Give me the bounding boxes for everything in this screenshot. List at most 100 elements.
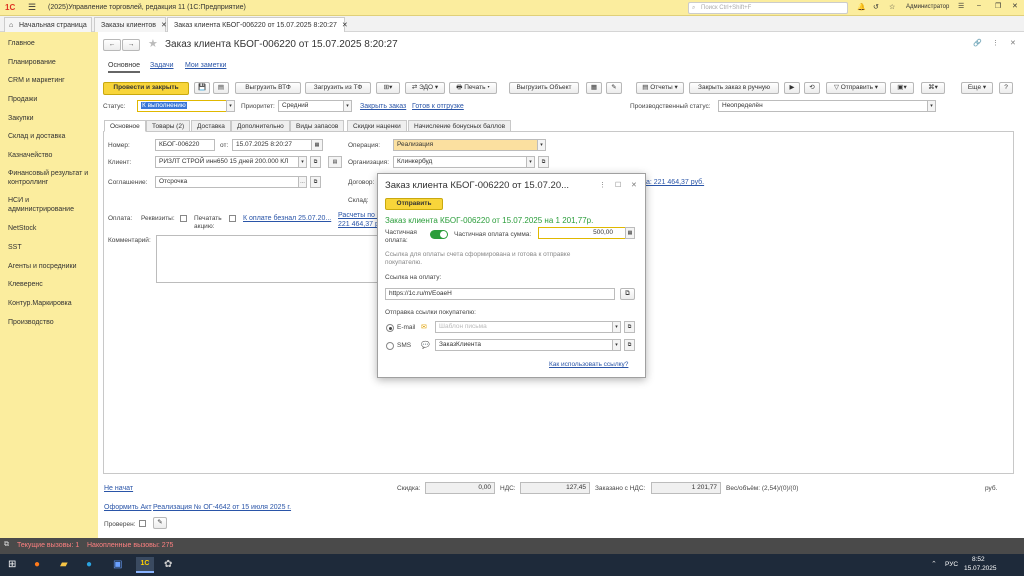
send-button[interactable]: ▽ Отправить ▾ bbox=[826, 82, 886, 94]
sidebar-item-cleverence[interactable]: Клеверенс bbox=[8, 280, 94, 289]
doc-button[interactable]: ▦ bbox=[586, 82, 602, 94]
pay-link[interactable]: К оплате безнал 25.07.20... bbox=[243, 215, 331, 222]
rekvizity-checkbox[interactable] bbox=[180, 215, 187, 222]
subnav-main[interactable]: Основное bbox=[108, 62, 141, 73]
sidebar-item-production[interactable]: Производство bbox=[8, 318, 94, 327]
tray-chevron-icon[interactable]: ⌃ bbox=[931, 560, 937, 568]
sms-template-field[interactable]: ЗаказКлиента bbox=[435, 339, 613, 351]
client-field[interactable]: РИЗЛТ СТРОЙ инн650 15 дней 200.000 КЛ bbox=[155, 156, 299, 168]
app-icon[interactable]: ▣ bbox=[113, 559, 122, 570]
partial-sum-field[interactable]: 500,00 bbox=[538, 227, 626, 239]
org-field[interactable]: Клинкербуд bbox=[393, 156, 527, 168]
operation-field[interactable]: Реализация bbox=[393, 139, 538, 151]
tab-bonus[interactable]: Начисление бонусных баллов bbox=[408, 120, 512, 132]
sidebar-item-planning[interactable]: Планирование bbox=[8, 58, 94, 67]
restore-icon[interactable]: ❐ bbox=[995, 2, 1001, 10]
keyboard-language[interactable]: РУС bbox=[945, 561, 958, 568]
subnav-notes[interactable]: Мои заметки bbox=[185, 62, 226, 69]
calc-button[interactable]: ▦ bbox=[625, 227, 635, 239]
more-button[interactable]: Еще ▾ bbox=[961, 82, 993, 94]
date-field[interactable]: 15.07.2025 8:20:27 bbox=[232, 139, 312, 151]
sidebar-item-main[interactable]: Главное bbox=[8, 39, 94, 48]
email-template-field[interactable]: Шаблон письма bbox=[435, 321, 613, 333]
client-card-button[interactable]: ▤ bbox=[328, 156, 342, 168]
comment-textarea[interactable] bbox=[156, 235, 386, 283]
play-button[interactable]: ▶ bbox=[784, 82, 800, 94]
tab-discounts[interactable]: Скидки наценки bbox=[347, 120, 407, 132]
1c-taskbar-icon[interactable]: 1С bbox=[136, 557, 154, 573]
calendar-button[interactable]: ▦ bbox=[311, 139, 323, 151]
print-button[interactable]: 🖶 Печать ▾ bbox=[449, 82, 497, 94]
sms-radio[interactable] bbox=[386, 342, 394, 350]
tab-close-icon[interactable]: ✕ bbox=[342, 22, 348, 29]
client-open-button[interactable]: ⧉ bbox=[310, 156, 321, 168]
tab-stock-types[interactable]: Виды запасов bbox=[290, 120, 345, 132]
number-field[interactable]: КБОГ-006220 bbox=[155, 139, 215, 151]
file-explorer-icon[interactable]: ▰ bbox=[60, 559, 68, 570]
upload-object-button[interactable]: Выгрузить Объект bbox=[509, 82, 579, 94]
sidebar-item-sales[interactable]: Продажи bbox=[8, 95, 94, 104]
sidebar-item-sst[interactable]: SST bbox=[8, 243, 94, 252]
payment-link-field[interactable]: https://1c.ru/m/EoaeH bbox=[385, 288, 615, 300]
sms-template-dropdown[interactable]: ▾ bbox=[612, 339, 621, 351]
tab-delivery[interactable]: Доставка bbox=[191, 120, 231, 132]
checked-action-button[interactable]: ✎ bbox=[153, 517, 167, 529]
agreement-open-button[interactable]: ⧉ bbox=[310, 176, 321, 188]
dialog-send-button[interactable]: Отправить bbox=[385, 198, 443, 210]
tab-close-icon[interactable]: ✕ bbox=[161, 22, 167, 29]
status-dropdown[interactable]: ▾ bbox=[226, 100, 235, 112]
ready-to-ship-link[interactable]: Готов к отгрузке bbox=[412, 103, 464, 110]
upload-vtf-button[interactable]: Выгрузить ВТФ bbox=[235, 82, 301, 94]
sidebar-item-kontur[interactable]: Контур.Маркировка bbox=[8, 299, 94, 308]
dialog-more-icon[interactable]: ⋮ bbox=[599, 181, 606, 189]
save-button[interactable]: 💾 bbox=[194, 82, 210, 94]
org-dropdown[interactable]: ▾ bbox=[526, 156, 535, 168]
settlements-link[interactable]: Расчеты по ... bbox=[338, 212, 383, 219]
sidebar-item-nsi[interactable]: НСИ и администрирование bbox=[8, 196, 94, 214]
history-icon[interactable]: ↺ bbox=[873, 3, 879, 11]
create-based-button[interactable]: ⊞▾ bbox=[376, 82, 400, 94]
bell-icon[interactable]: 🔔 bbox=[857, 3, 866, 11]
prod-status-field[interactable]: Неопределён bbox=[718, 100, 928, 112]
contract-link[interactable]: а: 221 464,37 руб. bbox=[646, 179, 704, 186]
attach-button[interactable]: ⌘▾ bbox=[921, 82, 945, 94]
agreement-field[interactable]: Отсрочка bbox=[155, 176, 299, 188]
load-tf-button[interactable]: Загрузить из ТФ bbox=[305, 82, 371, 94]
email-template-open[interactable]: ⧉ bbox=[624, 321, 635, 333]
forward-button[interactable]: → bbox=[122, 39, 140, 51]
form-close-icon[interactable]: ✕ bbox=[1010, 39, 1016, 47]
howto-link[interactable]: Как использовать ссылку? bbox=[549, 361, 628, 368]
print-promo-checkbox[interactable] bbox=[229, 215, 236, 222]
operation-dropdown[interactable]: ▾ bbox=[537, 139, 546, 151]
more-icon[interactable]: ⋮ bbox=[992, 39, 999, 47]
firefox-icon[interactable]: ● bbox=[34, 559, 40, 570]
sms-template-open[interactable]: ⧉ bbox=[624, 339, 635, 351]
refresh-button[interactable]: ⟲ bbox=[804, 82, 820, 94]
not-started-link[interactable]: Не начат bbox=[104, 485, 133, 492]
dialog-close-icon[interactable]: ✕ bbox=[631, 181, 637, 189]
client-dropdown[interactable]: ▾ bbox=[298, 156, 307, 168]
subnav-tasks[interactable]: Задачи bbox=[150, 62, 174, 69]
realization-link[interactable]: Реализация № ОГ-4642 от 15 июля 2025 г. bbox=[153, 504, 291, 511]
tab-goods[interactable]: Товары (2) bbox=[146, 120, 191, 132]
pen-button[interactable]: ✎ bbox=[606, 82, 622, 94]
back-button[interactable]: ← bbox=[103, 39, 121, 51]
windows-start-icon[interactable]: ⊞ bbox=[8, 559, 16, 570]
sidebar-item-agents[interactable]: Агенты и посредники bbox=[8, 262, 94, 271]
sidebar-item-crm[interactable]: CRM и маркетинг bbox=[8, 76, 94, 85]
telegram-icon[interactable]: ● bbox=[86, 559, 92, 570]
priority-dropdown[interactable]: ▾ bbox=[343, 100, 352, 112]
favorite-star-icon[interactable]: ★ bbox=[148, 37, 158, 50]
close-icon[interactable]: ✕ bbox=[1012, 2, 1018, 10]
priority-field[interactable]: Средний bbox=[278, 100, 344, 112]
tab-order[interactable]: Заказ клиента КБОГ-006220 от 15.07.2025 … bbox=[167, 17, 348, 32]
help-button[interactable]: ? bbox=[999, 82, 1013, 94]
tab-additional[interactable]: Дополнительно bbox=[231, 120, 290, 132]
copy-link-button[interactable]: ⧉ bbox=[620, 288, 635, 300]
minimize-icon[interactable]: – bbox=[977, 2, 981, 9]
user-name[interactable]: Администратор bbox=[906, 4, 949, 10]
post-and-close-button[interactable]: Провести и закрыть bbox=[103, 82, 189, 95]
accum-calls[interactable]: Накопленные вызовы: 275 bbox=[87, 542, 173, 549]
sidebar-item-treasury[interactable]: Казначейство bbox=[8, 151, 94, 160]
email-radio[interactable] bbox=[386, 324, 394, 332]
